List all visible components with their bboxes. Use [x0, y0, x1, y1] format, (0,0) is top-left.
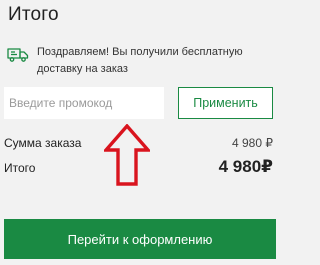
order-sum-label: Сумма заказа	[4, 136, 82, 150]
total-value: 4 980₽	[218, 157, 273, 176]
checkout-button[interactable]: Перейти к оформлению	[4, 219, 276, 259]
total-label: Итого	[4, 161, 36, 175]
free-shipping-notice: Поздравляем! Вы получили бесплатную дост…	[37, 46, 243, 75]
order-sum-value: 4 980 ₽	[232, 136, 273, 150]
up-arrow-annotation-icon	[104, 124, 150, 186]
promo-code-input[interactable]	[4, 87, 164, 119]
apply-promo-button[interactable]: Применить	[178, 87, 273, 119]
summary-title: Итого	[8, 4, 59, 25]
delivery-truck-icon	[7, 48, 29, 62]
